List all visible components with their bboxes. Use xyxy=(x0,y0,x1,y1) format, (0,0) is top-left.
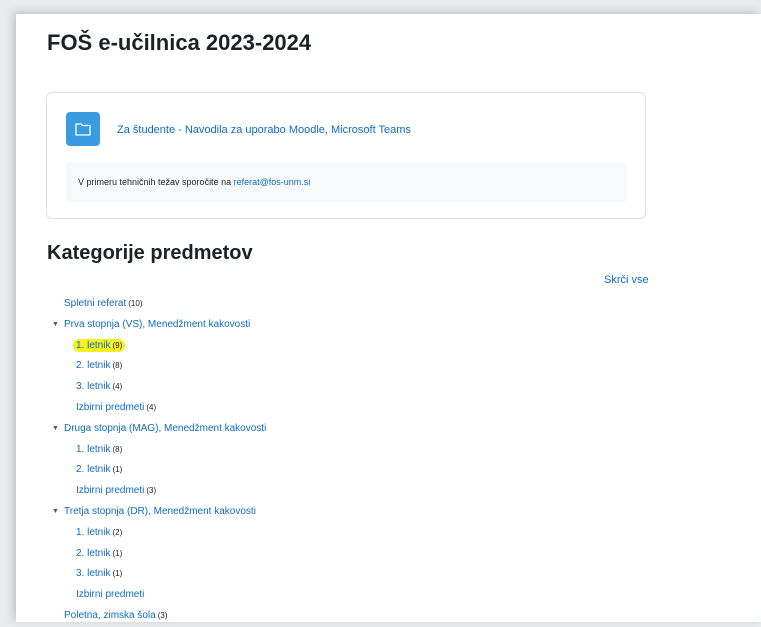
category-link[interactable]: 2. letnik xyxy=(76,548,110,559)
course-count: (3) xyxy=(157,610,168,620)
category-tretja-2-letnik: 2. letnik (1) xyxy=(52,544,266,565)
category-link[interactable]: Tretja stopnja (DR), Menedžment kakovost… xyxy=(64,506,256,517)
activity-link-navodila[interactable]: Za študente - Navodila za uporabo Moodle… xyxy=(117,124,411,136)
course-count: (4) xyxy=(112,382,123,392)
category-tree: Spletni referat (10) ▼ Prva stopnja (VS), … xyxy=(52,294,266,627)
category-poletna-zimska-sola: Poletna, zimska šola (3) xyxy=(52,606,266,627)
category-prva-1-letnik: 1. letnik (9) xyxy=(52,336,266,357)
caret-down-icon[interactable]: ▼ xyxy=(52,502,64,523)
category-prva-izbirni: Izbirni predmeti (4) xyxy=(52,398,266,419)
course-count: (8) xyxy=(112,361,123,371)
category-tretja-izbirni: Izbirni predmeti xyxy=(52,585,266,606)
category-prva-2-letnik: 2. letnik (8) xyxy=(52,356,266,377)
category-prva-3-letnik: 3. letnik (4) xyxy=(52,377,266,398)
category-druga-1-letnik: 1. letnik (8) xyxy=(52,440,266,461)
category-link[interactable]: 1. letnik xyxy=(76,340,110,351)
category-link[interactable]: Poletna, zimska šola xyxy=(64,610,156,621)
caret-down-icon[interactable]: ▼ xyxy=(52,315,64,336)
highlight-marker: 1. letnik (9) xyxy=(73,338,126,352)
category-druga-izbirni: Izbirni predmeti (3) xyxy=(52,481,266,502)
course-count: (4) xyxy=(146,402,157,412)
category-link[interactable]: 3. letnik xyxy=(76,568,110,579)
category-tretja-1-letnik: 1. letnik (2) xyxy=(52,523,266,544)
category-tretja-stopnja: ▼ Tretja stopnja (DR), Menedžment kakovos… xyxy=(52,502,266,523)
caret-down-icon[interactable]: ▼ xyxy=(52,419,64,440)
category-prva-stopnja: ▼ Prva stopnja (VS), Menedžment kakovosti xyxy=(52,315,266,336)
categories-heading: Kategorije predmetov xyxy=(47,242,253,264)
category-link[interactable]: Prva stopnja (VS), Menedžment kakovosti xyxy=(64,319,250,330)
course-count: (9) xyxy=(112,340,123,350)
support-email-link[interactable]: referat@fos-unm.si xyxy=(234,177,311,187)
category-link[interactable]: 2. letnik xyxy=(76,360,110,371)
site-title: FOŠ e-učilnica 2023-2024 xyxy=(47,30,312,55)
course-count: (2) xyxy=(112,527,123,537)
category-link[interactable]: 1. letnik xyxy=(76,527,110,538)
course-count: (1) xyxy=(112,465,123,475)
course-count: (3) xyxy=(146,486,157,496)
course-count: (1) xyxy=(112,569,123,579)
course-count: (1) xyxy=(112,548,123,558)
folder-icon[interactable] xyxy=(66,112,100,146)
support-note-text: V primeru tehničnih težav sporočite na xyxy=(78,177,234,187)
course-count: (10) xyxy=(128,299,143,308)
category-link[interactable]: Izbirni predmeti xyxy=(76,589,144,600)
category-link[interactable]: 3. letnik xyxy=(76,381,110,392)
support-note: V primeru tehničnih težav sporočite na r… xyxy=(66,162,627,202)
category-link[interactable]: 1. letnik xyxy=(76,444,110,455)
category-link[interactable]: Druga stopnja (MAG), Menedžment kakovost… xyxy=(64,423,266,434)
category-link[interactable]: Izbirni predmeti xyxy=(76,485,144,496)
category-druga-stopnja: ▼ Druga stopnja (MAG), Menedžment kakovos… xyxy=(52,419,266,440)
info-card: Za študente - Navodila za uporabo Moodle… xyxy=(46,92,646,219)
category-tretja-3-letnik: 3. letnik (1) xyxy=(52,564,266,585)
category-link[interactable]: Izbirni predmeti xyxy=(76,402,144,413)
category-link[interactable]: Spletni referat xyxy=(64,298,126,309)
category-link[interactable]: 2. letnik xyxy=(76,464,110,475)
course-count: (8) xyxy=(112,444,123,454)
collapse-all-link[interactable]: Skrči vse xyxy=(604,274,649,286)
category-druga-2-letnik: 2. letnik (1) xyxy=(52,460,266,481)
category-spletni-referat: Spletni referat (10) xyxy=(52,294,266,315)
